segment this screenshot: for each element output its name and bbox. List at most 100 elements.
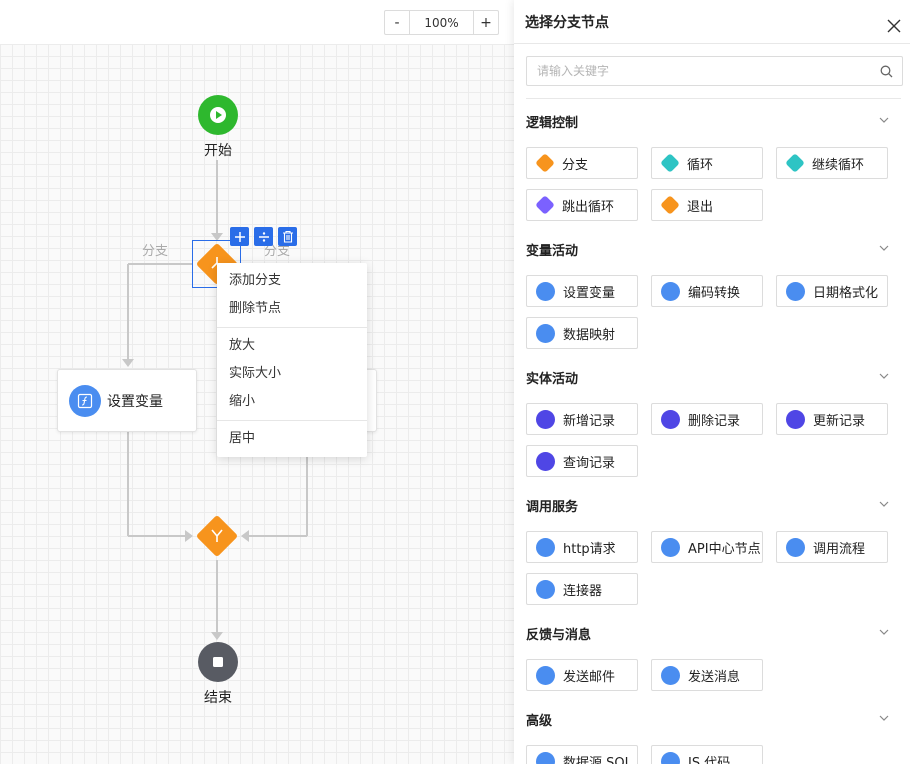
query-icon xyxy=(536,451,555,471)
section-entity-title: 实体活动 xyxy=(526,372,579,387)
node-item-continue-loop[interactable]: 继续循环 xyxy=(776,147,888,179)
branch-node-panel: 选择分支节点 逻辑控制 分支 循环 继续循环 跳出循环 退出 变量活动 设置变量… xyxy=(514,0,910,764)
encode-icon xyxy=(661,281,680,301)
node-item-label: 数据映射 xyxy=(563,327,616,343)
node-item-http-request[interactable]: http请求 xyxy=(526,531,638,563)
menu-item-actual-size[interactable]: 实际大小 xyxy=(217,360,367,388)
node-item-label: 发送消息 xyxy=(688,669,741,685)
node-item-api-center[interactable]: API中心节点 xyxy=(651,531,763,563)
menu-item-zoom-in[interactable]: 放大 xyxy=(217,332,367,360)
node-item-query-record[interactable]: 查询记录 xyxy=(526,445,638,477)
node-item-label: 查询记录 xyxy=(563,455,616,471)
node-item-add-record[interactable]: 新增记录 xyxy=(526,403,638,435)
node-item-label: 设置变量 xyxy=(563,285,616,301)
arrow-head xyxy=(185,530,193,542)
context-menu: 添加分支 删除节点 放大 实际大小 缩小 居中 xyxy=(217,263,367,457)
chevron-down-icon[interactable] xyxy=(878,114,890,126)
continue-loop-icon xyxy=(785,153,805,173)
search-box xyxy=(526,56,903,86)
node-item-label: JS 代码 xyxy=(688,755,731,764)
function-icon xyxy=(69,384,101,417)
call-flow-icon xyxy=(786,537,805,557)
search-input[interactable] xyxy=(527,57,857,85)
http-icon xyxy=(536,537,555,557)
node-item-data-mapping[interactable]: 数据映射 xyxy=(526,317,638,349)
node-item-label: 分支 xyxy=(562,157,589,173)
menu-divider xyxy=(217,327,367,328)
start-label: 开始 xyxy=(204,143,232,159)
node-item-send-email[interactable]: 发送邮件 xyxy=(526,659,638,691)
menu-item-zoom-out[interactable]: 缩小 xyxy=(217,388,367,416)
chevron-down-icon[interactable] xyxy=(878,498,890,510)
node-item-branch[interactable]: 分支 xyxy=(526,147,638,179)
exit-icon xyxy=(660,195,680,215)
node-item-label: 跳出循环 xyxy=(562,199,615,215)
search-icon[interactable] xyxy=(880,65,893,78)
branch-icon xyxy=(535,153,555,173)
menu-item-add-branch[interactable]: 添加分支 xyxy=(217,267,367,295)
section-logic-title: 逻辑控制 xyxy=(526,116,579,131)
card-label: 设置变量 xyxy=(107,393,163,410)
node-item-label: 发送邮件 xyxy=(563,669,616,685)
node-item-label: 调用流程 xyxy=(813,541,866,557)
plus-icon xyxy=(234,231,245,242)
delete-node-button[interactable] xyxy=(278,227,297,246)
play-icon xyxy=(210,107,226,123)
node-item-loop[interactable]: 循环 xyxy=(651,147,763,179)
node-item-break-loop[interactable]: 跳出循环 xyxy=(526,189,638,221)
node-item-label: 退出 xyxy=(687,199,714,215)
menu-item-delete-node[interactable]: 删除节点 xyxy=(217,295,367,323)
end-node[interactable] xyxy=(198,642,238,682)
node-item-label: 删除记录 xyxy=(688,413,741,429)
trash-icon xyxy=(282,230,293,243)
connector-icon xyxy=(536,579,555,599)
node-item-date-format[interactable]: 日期格式化 xyxy=(776,275,888,307)
merge-icon xyxy=(211,529,223,542)
menu-item-center[interactable]: 居中 xyxy=(217,425,367,453)
arrow-head xyxy=(211,632,223,640)
break-loop-icon xyxy=(535,195,555,215)
node-item-exit[interactable]: 退出 xyxy=(651,189,763,221)
node-item-label: 继续循环 xyxy=(812,157,865,173)
set-variable-node[interactable]: 设置变量 xyxy=(57,369,197,432)
add-node-button[interactable] xyxy=(230,227,249,246)
arrow-head xyxy=(241,530,249,542)
arrow-head xyxy=(122,359,134,367)
mapping-icon xyxy=(536,323,555,343)
section-advanced-title: 高级 xyxy=(526,714,553,729)
node-item-label: 更新记录 xyxy=(813,413,866,429)
function-icon xyxy=(536,281,555,301)
node-item-label: 编码转换 xyxy=(688,285,741,301)
add-record-icon xyxy=(536,409,555,429)
loop-icon xyxy=(660,153,680,173)
database-icon xyxy=(536,751,555,764)
node-item-label: API中心节点 xyxy=(688,541,761,557)
section-variable-title: 变量活动 xyxy=(526,244,579,259)
node-item-update-record[interactable]: 更新记录 xyxy=(776,403,888,435)
node-item-delete-record[interactable]: 删除记录 xyxy=(651,403,763,435)
node-item-set-variable[interactable]: 设置变量 xyxy=(526,275,638,307)
node-item-connector[interactable]: 连接器 xyxy=(526,573,638,605)
node-item-label: http请求 xyxy=(563,541,616,557)
chevron-down-icon[interactable] xyxy=(878,242,890,254)
section-service-title: 调用服务 xyxy=(526,500,579,515)
node-item-js-code[interactable]: JS 代码 xyxy=(651,745,763,764)
close-icon[interactable] xyxy=(886,18,902,34)
panel-title: 选择分支节点 xyxy=(525,14,609,31)
split-node-button[interactable] xyxy=(254,227,273,246)
branch-left-label: 分支 xyxy=(142,244,169,259)
chevron-down-icon[interactable] xyxy=(878,370,890,382)
start-node[interactable] xyxy=(198,95,238,135)
message-icon xyxy=(661,665,680,685)
node-item-encode[interactable]: 编码转换 xyxy=(651,275,763,307)
node-item-label: 数据源 SQL xyxy=(563,755,632,764)
divider xyxy=(526,98,901,99)
node-item-call-flow[interactable]: 调用流程 xyxy=(776,531,888,563)
node-item-send-message[interactable]: 发送消息 xyxy=(651,659,763,691)
node-item-datasource-sql[interactable]: 数据源 SQL xyxy=(526,745,638,764)
section-feedback-title: 反馈与消息 xyxy=(526,628,592,643)
chevron-down-icon[interactable] xyxy=(878,712,890,724)
node-item-label: 连接器 xyxy=(563,583,603,599)
api-icon xyxy=(661,537,680,557)
chevron-down-icon[interactable] xyxy=(878,626,890,638)
